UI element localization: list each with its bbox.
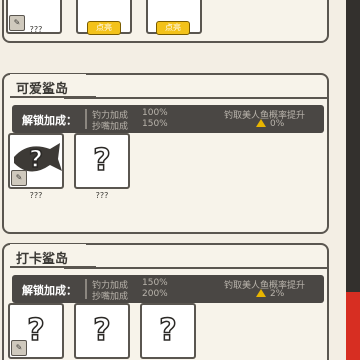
fish-card[interactable]: ? bbox=[74, 303, 130, 359]
stat-value: 100% bbox=[142, 108, 168, 118]
card-label: ??? bbox=[95, 191, 109, 200]
side-strip bbox=[346, 0, 360, 360]
mermaid-chance-percent: 0% bbox=[270, 119, 285, 129]
up-arrow-icon bbox=[256, 119, 266, 127]
collection-badge-icon: ✎ bbox=[11, 170, 27, 186]
unknown-mark: ? bbox=[159, 312, 178, 349]
mermaid-chance-percent: 2% bbox=[270, 289, 285, 299]
stat-name: 抄嘴加成 bbox=[92, 292, 129, 302]
card-label: ??? bbox=[29, 25, 43, 34]
light-up-button[interactable]: 点亮 bbox=[87, 21, 121, 35]
tab-divider bbox=[64, 97, 327, 99]
unlock-bonus-bar: 解锁加成： 钓力加成 150% 抄嘴加成 200% 钓取美人鱼概率提升 2% bbox=[12, 275, 324, 303]
fish-card[interactable]: ? bbox=[74, 133, 130, 189]
light-up-button[interactable]: 点亮 bbox=[156, 21, 190, 35]
fish-card[interactable]: ? ✎ bbox=[8, 133, 64, 189]
unknown-mark: ? bbox=[93, 142, 112, 179]
unlock-bonus-bar: 解锁加成： 钓力加成 100% 抄嘴加成 150% 钓取美人鱼概率提升 0% bbox=[12, 105, 324, 133]
unlock-bonus-label: 解锁加成： bbox=[22, 114, 77, 127]
fish-outline-icon bbox=[80, 0, 132, 10]
card-label: ??? bbox=[29, 191, 43, 200]
bonus-divider bbox=[85, 109, 87, 129]
fish-card[interactable]: ? ✎ bbox=[8, 303, 64, 359]
stat-value: 200% bbox=[142, 289, 168, 299]
stat-name: 抄嘴加成 bbox=[92, 122, 129, 132]
unknown-mark: ? bbox=[93, 312, 112, 349]
island-panel-top: ✎ ??? 点亮 点亮 bbox=[2, 0, 329, 43]
island-title: 可爱鲨岛 bbox=[10, 74, 97, 98]
unknown-mark: ? bbox=[28, 144, 43, 174]
stat-value: 150% bbox=[142, 278, 168, 288]
unlock-bonus-label: 解锁加成： bbox=[22, 284, 77, 297]
island-title: 打卡鲨岛 bbox=[10, 244, 97, 268]
collection-badge-icon: ✎ bbox=[11, 340, 27, 356]
stat-value: 150% bbox=[142, 119, 168, 129]
island-panel-checkin-shark: 打卡鲨岛 解锁加成： 钓力加成 150% 抄嘴加成 200% 钓取美人鱼概率提升… bbox=[2, 243, 329, 360]
fish-card[interactable]: ? bbox=[140, 303, 196, 359]
collection-page: ✎ ??? 点亮 点亮 可爱鲨岛 解锁加成： 钓力加成 100% 抄嘴加成 15… bbox=[0, 0, 346, 360]
hook-icon bbox=[150, 0, 202, 10]
side-red-tab[interactable] bbox=[346, 292, 360, 360]
tab-divider bbox=[64, 267, 327, 269]
island-panel-cute-shark: 可爱鲨岛 解锁加成： 钓力加成 100% 抄嘴加成 150% 钓取美人鱼概率提升… bbox=[2, 73, 329, 234]
up-arrow-icon bbox=[256, 289, 266, 297]
bonus-divider bbox=[85, 279, 87, 299]
